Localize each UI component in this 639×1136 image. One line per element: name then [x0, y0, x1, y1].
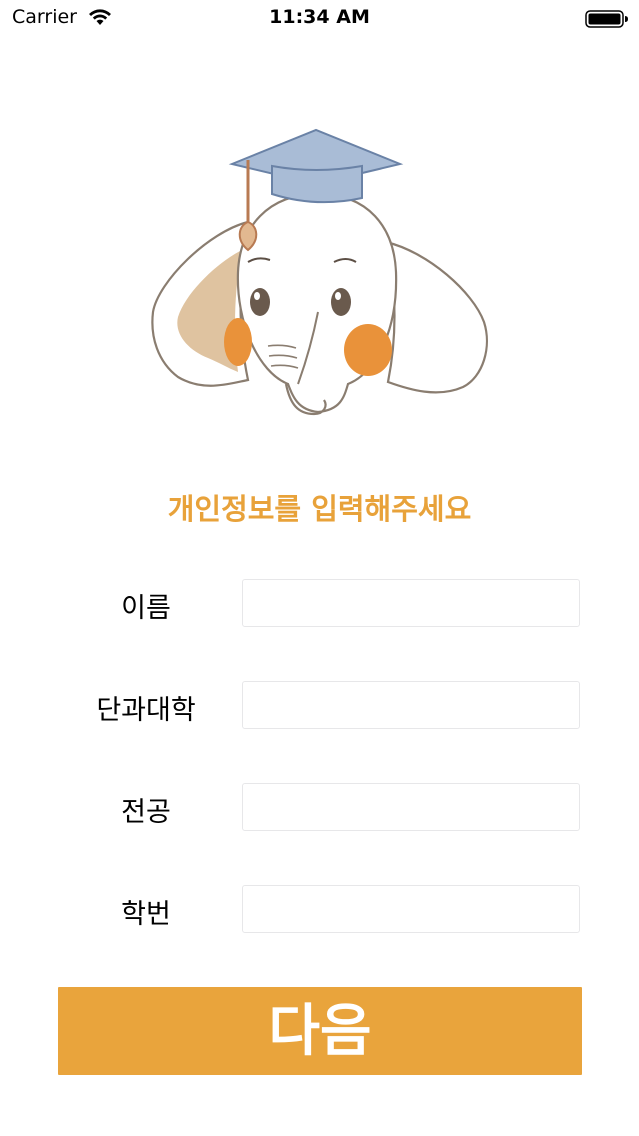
next-button[interactable]: 다음 [58, 987, 582, 1075]
clock: 11:34 AM [269, 6, 370, 28]
college-input[interactable] [242, 681, 580, 729]
student-id-input[interactable] [242, 885, 580, 933]
status-bar: Carrier 11:34 AM [0, 0, 639, 40]
student-id-label: 학번 [121, 899, 171, 930]
elephant-mascot-icon [151, 128, 488, 416]
name-input[interactable] [242, 579, 580, 627]
battery-icon [585, 10, 628, 28]
name-label: 이름 [121, 593, 171, 624]
major-label: 전공 [121, 797, 171, 828]
major-input[interactable] [242, 783, 580, 831]
college-label: 단과대학 [96, 695, 196, 726]
page-heading: 개인정보를 입력해주세요 [167, 492, 472, 526]
profile-input-screen: Carrier 11:34 AM 개인정보를 입력해주세요 이름 단과대학 전공… [0, 0, 639, 1136]
